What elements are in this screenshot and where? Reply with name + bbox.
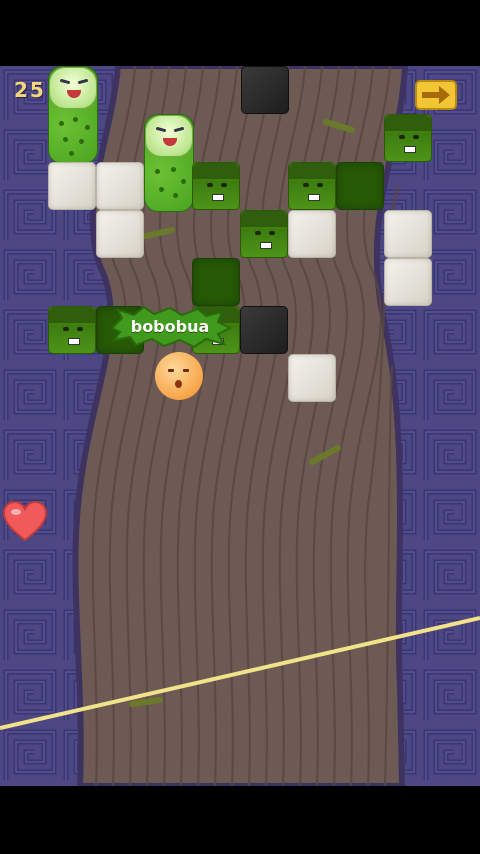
- black-block: [241, 66, 289, 114]
- cactus-character: [144, 114, 194, 212]
- green-monster-block: [48, 306, 96, 354]
- speech-text: bobobua: [130, 317, 210, 336]
- green-monster-block: [240, 210, 288, 258]
- heart-icon: [2, 500, 48, 542]
- stone-block: [384, 258, 432, 306]
- top-letterbox: [0, 0, 480, 66]
- cactus-face: [145, 115, 193, 157]
- dark-green-block: [336, 162, 384, 210]
- bottom-letterbox: [0, 786, 480, 854]
- stone-block: [96, 162, 144, 210]
- dark-green-block: [192, 258, 240, 306]
- cactus-face: [49, 67, 97, 109]
- cactus-character: [48, 66, 98, 164]
- stone-block: [48, 162, 96, 210]
- stone-block: [288, 354, 336, 402]
- score-counter: 25: [14, 78, 46, 102]
- green-monster-block: [384, 114, 432, 162]
- green-monster-block: [288, 162, 336, 210]
- stone-block: [96, 210, 144, 258]
- player-ball[interactable]: [155, 352, 203, 400]
- stone-block: [288, 210, 336, 258]
- game-stage[interactable]: 25 bobobua: [0, 66, 480, 786]
- next-arrow-icon[interactable]: [415, 80, 457, 110]
- black-block: [240, 306, 288, 354]
- green-monster-block: [192, 162, 240, 210]
- stone-block: [384, 210, 432, 258]
